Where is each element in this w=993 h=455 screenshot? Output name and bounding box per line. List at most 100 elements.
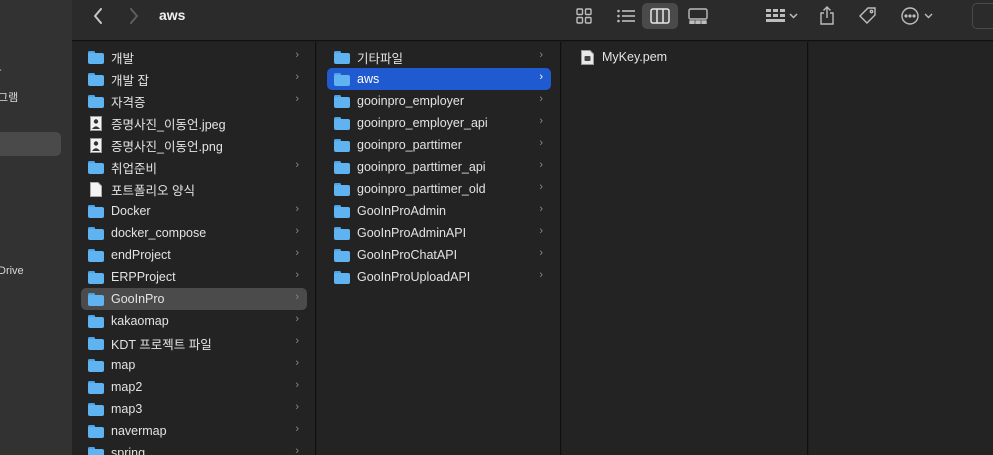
- folder-icon: [334, 160, 350, 174]
- item-label: 취업준비: [111, 161, 158, 176]
- folder-row[interactable]: KDT 프로젝트 파일 ›: [81, 332, 307, 354]
- item-label: ERPProject: [111, 270, 176, 284]
- chevron-right-icon: ›: [295, 247, 299, 259]
- column-view-icon[interactable]: [642, 3, 678, 29]
- folder-row[interactable]: Docker ›: [81, 200, 307, 222]
- item-label: aws: [357, 72, 380, 86]
- folder-row[interactable]: GooInProChatAPI ›: [327, 244, 551, 266]
- folder-row[interactable]: 개발 잡 ›: [81, 68, 307, 90]
- folder-row[interactable]: gooinpro_parttimer ›: [327, 134, 551, 156]
- item-label: Docker: [111, 204, 151, 218]
- folder-row[interactable]: spring ›: [81, 442, 307, 455]
- folder-row[interactable]: map3 ›: [81, 398, 307, 420]
- folder-row[interactable]: map ›: [81, 354, 307, 376]
- grid-view-icon[interactable]: [566, 3, 602, 29]
- file-row[interactable]: 포트폴리오 양식: [81, 178, 307, 200]
- sidebar-fragment: -: [0, 64, 2, 76]
- folder-icon: [88, 424, 104, 438]
- chevron-right-icon: ›: [539, 49, 543, 61]
- folder-row[interactable]: 취업준비 ›: [81, 156, 307, 178]
- document-icon: [88, 181, 104, 197]
- item-label: 포트폴리오 양식: [111, 183, 195, 198]
- file-row[interactable]: 증명사진_이동언.png: [81, 134, 307, 156]
- folder-row[interactable]: ERPProject ›: [81, 266, 307, 288]
- folder-row[interactable]: docker_compose ›: [81, 222, 307, 244]
- chevron-right-icon: ›: [295, 379, 299, 391]
- item-label: gooinpro_parttimer: [357, 138, 462, 152]
- chevron-right-icon: ›: [295, 159, 299, 171]
- chevron-right-icon: ›: [295, 203, 299, 215]
- folder-icon: [334, 226, 350, 240]
- column-4-empty: [809, 42, 993, 455]
- folder-icon: [334, 72, 350, 86]
- folder-row[interactable]: 기타파일 ›: [327, 46, 551, 68]
- chevron-right-icon: ›: [539, 93, 543, 105]
- folder-row[interactable]: gooinpro_parttimer_old ›: [327, 178, 551, 200]
- folder-row[interactable]: gooinpro_employer_api ›: [327, 112, 551, 134]
- item-label: docker_compose: [111, 226, 207, 240]
- folder-icon: [334, 94, 350, 108]
- list-view-icon[interactable]: [608, 3, 644, 29]
- folder-row[interactable]: map2 ›: [81, 376, 307, 398]
- chevron-right-icon: ›: [539, 71, 543, 83]
- sidebar: - 그램 Drive: [0, 0, 72, 455]
- file-row[interactable]: 증명사진_이동언.jpeg: [81, 112, 307, 134]
- sidebar-item-label[interactable]: Drive: [0, 265, 24, 277]
- folder-row[interactable]: gooinpro_employer ›: [327, 90, 551, 112]
- folder-row[interactable]: 개발 ›: [81, 46, 307, 68]
- chevron-right-icon[interactable]: [124, 4, 144, 28]
- column-1: 개발 › 개발 잡 › 자격증 › 증명사진_이동언.jpeg 증명사진_이동언.png 취업준…: [72, 42, 316, 455]
- sidebar-item-label[interactable]: 그램: [0, 89, 18, 105]
- item-label: GooInProAdminAPI: [357, 226, 467, 240]
- chevron-right-icon: ›: [295, 357, 299, 369]
- item-label: 개발 잡: [111, 73, 149, 88]
- tag-icon[interactable]: [857, 4, 879, 28]
- item-label: map3: [111, 402, 143, 416]
- folder-icon: [334, 248, 350, 262]
- chevron-right-icon: ›: [295, 335, 299, 347]
- more-icon[interactable]: [898, 4, 938, 28]
- image-file-icon: [88, 115, 104, 131]
- item-label: 증명사진_이동언.jpeg: [111, 117, 226, 132]
- folder-row[interactable]: kakaomap ›: [81, 310, 307, 332]
- folder-row[interactable]: aws ›: [327, 68, 551, 90]
- folder-row[interactable]: endProject ›: [81, 244, 307, 266]
- folder-icon: [334, 182, 350, 196]
- chevron-right-icon: ›: [539, 181, 543, 193]
- chevron-right-icon: ›: [539, 269, 543, 281]
- folder-row[interactable]: 자격증 ›: [81, 90, 307, 112]
- item-label: map2: [111, 380, 143, 394]
- folder-icon: [88, 50, 104, 64]
- sidebar-item-selected[interactable]: [0, 132, 61, 156]
- column-2: 기타파일 › aws › gooinpro_employer › gooinpro_empl…: [317, 42, 561, 455]
- search-icon[interactable]: [972, 3, 993, 29]
- folder-icon: [88, 358, 104, 372]
- item-label: gooinpro_employer_api: [357, 116, 488, 130]
- item-label: 자격증: [111, 95, 146, 110]
- item-label: GooInProUploadAPI: [357, 270, 471, 284]
- folder-icon: [88, 446, 104, 455]
- chevron-right-icon: ›: [295, 269, 299, 281]
- group-icon[interactable]: [762, 4, 802, 28]
- folder-row[interactable]: GooInProUploadAPI ›: [327, 266, 551, 288]
- folder-icon: [88, 336, 104, 350]
- folder-icon: [88, 204, 104, 218]
- folder-icon: [334, 138, 350, 152]
- file-row[interactable]: MyKey.pem: [572, 46, 796, 68]
- chevron-right-icon: ›: [539, 247, 543, 259]
- folder-row[interactable]: gooinpro_parttimer_api ›: [327, 156, 551, 178]
- folder-icon: [88, 380, 104, 394]
- folder-row[interactable]: GooInProAdminAPI ›: [327, 222, 551, 244]
- gallery-view-icon[interactable]: [680, 3, 716, 29]
- item-label: KDT 프로젝트 파일: [111, 337, 212, 352]
- chevron-right-icon: ›: [295, 445, 299, 455]
- chevron-right-icon: ›: [539, 225, 543, 237]
- folder-icon: [334, 204, 350, 218]
- share-icon[interactable]: [816, 4, 838, 28]
- image-file-icon: [88, 137, 104, 153]
- folder-row[interactable]: GooInPro ›: [81, 288, 307, 310]
- chevron-left-icon[interactable]: [88, 4, 108, 28]
- folder-row[interactable]: navermap ›: [81, 420, 307, 442]
- folder-row[interactable]: GooInProAdmin ›: [327, 200, 551, 222]
- chevron-right-icon: ›: [539, 203, 543, 215]
